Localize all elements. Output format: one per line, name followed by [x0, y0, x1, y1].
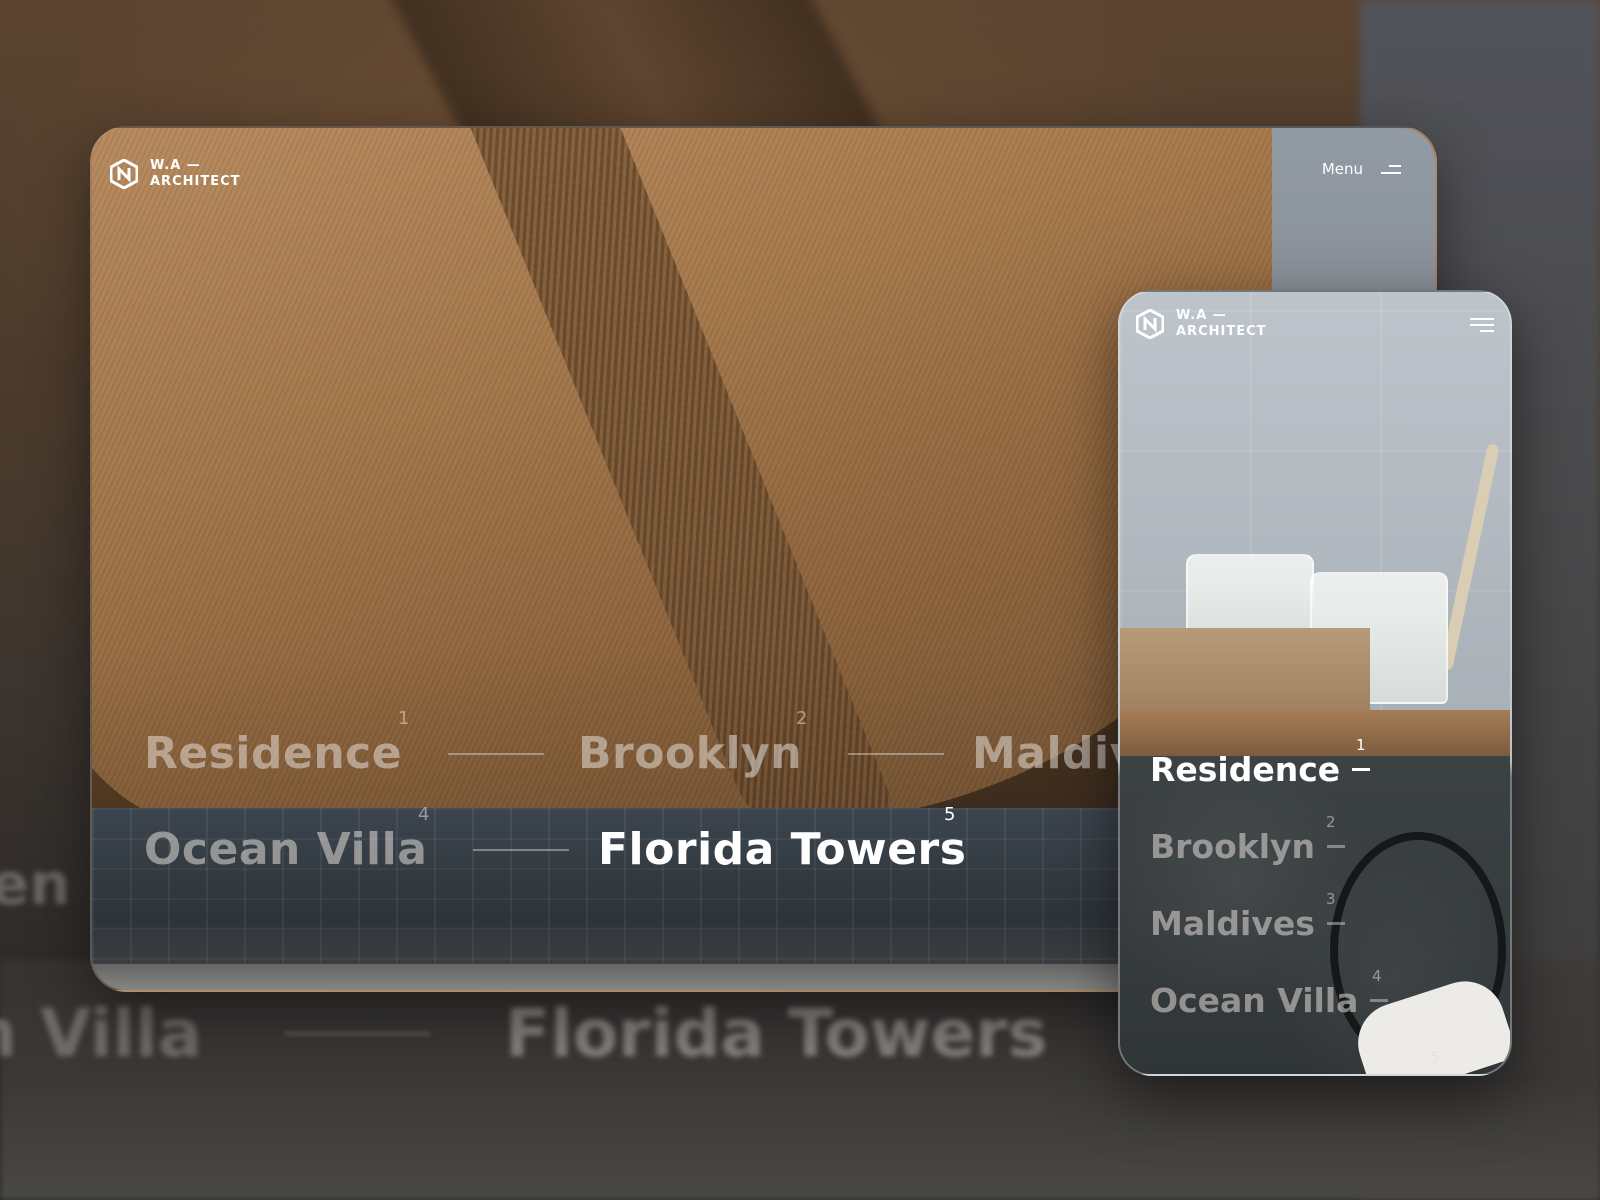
mobile-project-link-residence[interactable]: Residence 1	[1150, 736, 1371, 789]
project-link-ocean-villa[interactable]: Ocean Villa 4	[144, 804, 570, 875]
project-link-maldives[interactable]: Maldiv	[972, 728, 1139, 779]
mobile-project-next-number[interactable]: 5	[1430, 1048, 1440, 1066]
project-dash	[473, 848, 570, 851]
brand-line-1: W.A —	[1176, 308, 1227, 323]
project-link-brooklyn[interactable]: Brooklyn 2	[578, 708, 945, 779]
hexagon-logo-icon	[110, 159, 138, 189]
project-number: 1	[1356, 736, 1366, 754]
brand-logo[interactable]: W.A — ARCHITECT	[1136, 308, 1267, 340]
project-link-florida-towers[interactable]: Florida Towers 5	[598, 804, 967, 875]
menu-button[interactable]: Menu	[1322, 160, 1401, 178]
project-name: Maldiv	[972, 728, 1139, 779]
brand-line-1: W.A —	[150, 158, 201, 173]
project-name: Residence	[1150, 750, 1341, 789]
project-number: 2	[796, 708, 808, 729]
project-name: Brooklyn	[578, 728, 803, 779]
menu-label: Menu	[1321, 160, 1363, 178]
project-number: 2	[1326, 813, 1336, 831]
brand-line-2: ARCHITECT	[150, 174, 241, 189]
project-dash	[1326, 922, 1345, 925]
project-number: 3	[1326, 890, 1336, 908]
hexagon-logo-icon	[1136, 309, 1164, 339]
hamburger-icon[interactable]	[1470, 318, 1494, 334]
presentation-stage: len n Villa Florida Towers W.A — ARCHITE…	[0, 0, 1600, 1200]
project-dash	[848, 752, 945, 755]
mobile-project-link-maldives[interactable]: Maldives 3	[1150, 890, 1345, 943]
project-number: 4	[1372, 967, 1382, 985]
project-name: Brooklyn	[1150, 827, 1316, 866]
project-link-residence[interactable]: Residence 1	[144, 708, 545, 779]
project-name: Florida Towers	[598, 824, 967, 875]
project-number: 4	[418, 804, 430, 825]
mobile-project-link-brooklyn[interactable]: Brooklyn 2	[1150, 813, 1346, 866]
menu-icon	[1381, 163, 1401, 175]
mobile-project-link-ocean-villa[interactable]: Ocean Villa 4	[1150, 967, 1389, 1020]
background-ghost-dash	[285, 1032, 430, 1035]
project-number: 5	[1430, 1048, 1440, 1066]
background-ghost-text: n Villa	[0, 995, 203, 1072]
background-ghost-text: len	[0, 850, 71, 918]
project-name: Ocean Villa	[1150, 981, 1359, 1020]
brand-logo[interactable]: W.A — ARCHITECT	[110, 158, 241, 190]
brand-line-2: ARCHITECT	[1176, 324, 1267, 339]
project-name: Residence	[144, 728, 403, 779]
background-ghost-text: Florida Towers	[505, 995, 1048, 1072]
mobile-screen: W.A — ARCHITECT Residence 1 Brooklyn 2 M…	[1118, 290, 1512, 1076]
project-dash	[1352, 768, 1371, 771]
project-name: Ocean Villa	[144, 824, 428, 875]
project-number: 1	[398, 708, 410, 729]
project-number: 5	[944, 804, 956, 825]
brand-name: W.A — ARCHITECT	[1176, 308, 1267, 340]
project-dash	[1327, 845, 1346, 848]
project-dash	[1370, 999, 1389, 1002]
brand-name: W.A — ARCHITECT	[150, 158, 241, 190]
project-dash	[448, 752, 545, 755]
project-name: Maldives	[1150, 904, 1315, 943]
